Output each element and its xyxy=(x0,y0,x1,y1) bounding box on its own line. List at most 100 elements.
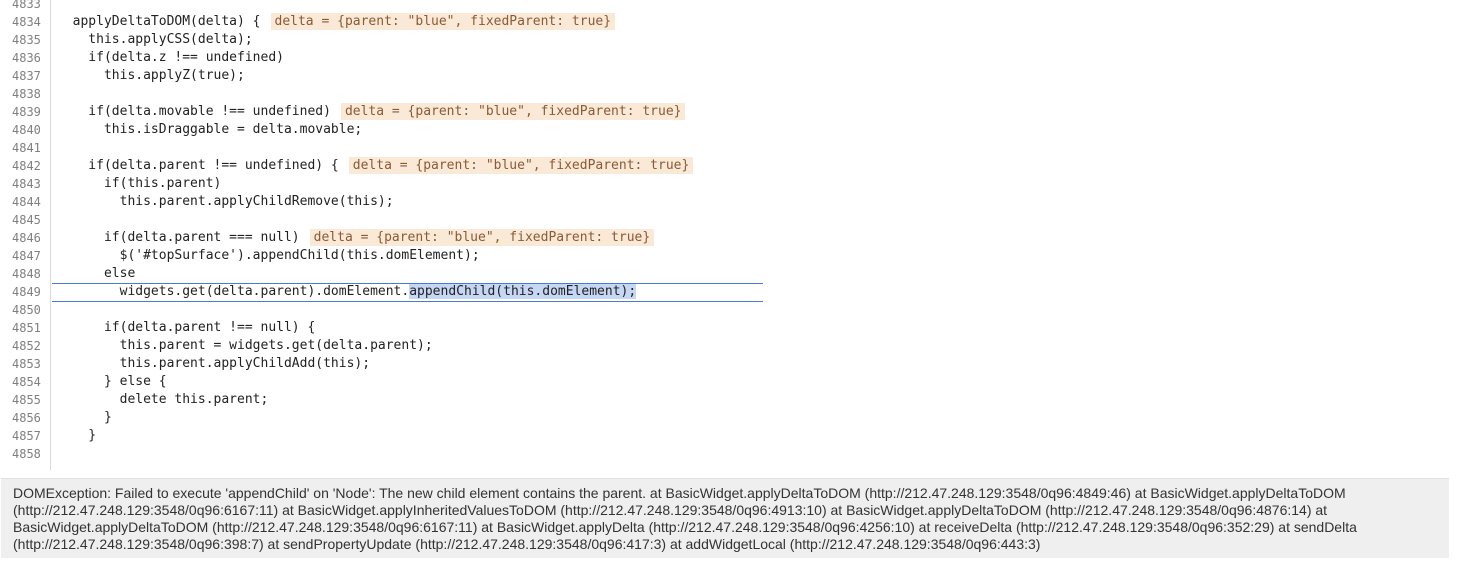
code-segment: this.parent = widgets.get(delta.parent); xyxy=(57,338,433,353)
code-segment: if(delta.movable !== undefined) xyxy=(57,104,331,119)
code-text: this.parent.applyChildRemove(this); xyxy=(57,193,394,211)
line-number[interactable]: 4854 xyxy=(12,373,48,391)
code-segment: this.applyZ(true); xyxy=(57,68,245,83)
line-number[interactable]: 4834 xyxy=(12,13,48,31)
line-number[interactable]: 4849 xyxy=(12,283,48,301)
line-number[interactable]: 4842 xyxy=(12,157,48,175)
code-line[interactable]: 4858 xyxy=(0,445,1462,463)
line-number[interactable]: 4858 xyxy=(12,445,48,463)
code-segment: this.applyCSS(delta); xyxy=(57,32,253,47)
code-editor[interactable]: 4833 4834 applyDeltaToDOM(delta) { delta =… xyxy=(0,0,1462,470)
line-number[interactable]: 4833 xyxy=(12,0,48,13)
code-text: widgets.get(delta.parent).domElement.app… xyxy=(57,283,637,301)
error-message: DOMException: Failed to execute 'appendC… xyxy=(13,485,1357,552)
code-line[interactable]: 4853 this.parent.applyChildAdd(this); xyxy=(0,355,1462,373)
line-number[interactable]: 4851 xyxy=(12,319,48,337)
code-text: if(delta.parent === null) delta = {parent… xyxy=(57,229,655,247)
line-number[interactable]: 4838 xyxy=(12,85,48,103)
code-line[interactable]: 4841 xyxy=(0,139,1462,157)
code-text: this.parent.applyChildAdd(this); xyxy=(57,355,370,373)
code-segment: else xyxy=(57,266,136,281)
code-segment: } xyxy=(57,410,112,425)
code-segment: applyDeltaToDOM(delta) { xyxy=(57,14,261,29)
code-line[interactable]: 4839 if(delta.movable !== undefined) delt… xyxy=(0,103,1462,121)
line-number[interactable]: 4852 xyxy=(12,337,48,355)
code-text: if(delta.parent !== null) { xyxy=(57,319,315,337)
code-segment: this.parent.applyChildRemove(this); xyxy=(57,194,394,209)
inline-variable-value: delta = {parent: "blue", fixedParent: tr… xyxy=(270,13,616,30)
line-number[interactable]: 4841 xyxy=(12,139,48,157)
inline-variable-value: delta = {parent: "blue", fixedParent: tr… xyxy=(340,103,686,120)
code-segment: delete this.parent; xyxy=(57,392,269,407)
line-number[interactable]: 4845 xyxy=(12,211,48,229)
line-number[interactable]: 4839 xyxy=(12,103,48,121)
code-line[interactable]: 4854 } else { xyxy=(0,373,1462,391)
line-number[interactable]: 4843 xyxy=(12,175,48,193)
line-number[interactable]: 4836 xyxy=(12,49,48,67)
line-number[interactable]: 4857 xyxy=(12,427,48,445)
code-text: delete this.parent; xyxy=(57,391,269,409)
line-number[interactable]: 4840 xyxy=(12,121,48,139)
code-line[interactable]: 4840 this.isDraggable = delta.movable; xyxy=(0,121,1462,139)
code-text: if(delta.z !== undefined) xyxy=(57,49,284,67)
line-number[interactable]: 4835 xyxy=(12,31,48,49)
code-line[interactable]: 4833 xyxy=(0,0,1462,13)
code-text: if(delta.parent !== undefined) { delta = … xyxy=(57,157,694,175)
code-text: else xyxy=(57,265,135,283)
code-line[interactable]: 4855 delete this.parent; xyxy=(0,391,1462,409)
code-line[interactable]: 4845 xyxy=(0,211,1462,229)
code-line[interactable]: 4850 xyxy=(0,301,1462,319)
code-line[interactable]: 4851 if(delta.parent !== null) { xyxy=(0,319,1462,337)
line-number[interactable]: 4844 xyxy=(12,193,48,211)
code-text: } xyxy=(57,427,96,445)
code-text: if(delta.movable !== undefined) delta = {… xyxy=(57,103,686,121)
line-number[interactable]: 4837 xyxy=(12,67,48,85)
code-line[interactable]: 4842 if(delta.parent !== undefined) { del… xyxy=(0,157,1462,175)
line-number[interactable]: 4848 xyxy=(12,265,48,283)
code-line[interactable]: 4848 else xyxy=(0,265,1462,283)
code-line[interactable]: 4847 $('#topSurface').appendChild(this.d… xyxy=(0,247,1462,265)
code-segment: if(delta.z !== undefined) xyxy=(57,50,284,65)
code-segment: if(delta.parent === null) xyxy=(57,230,300,245)
inline-variable-value: delta = {parent: "blue", fixedParent: tr… xyxy=(348,157,694,174)
code-line[interactable]: 4844 this.parent.applyChildRemove(this); xyxy=(0,193,1462,211)
code-text: } else { xyxy=(57,373,167,391)
code-line[interactable]: 4836 if(delta.z !== undefined) xyxy=(0,49,1462,67)
code-text: } xyxy=(57,409,112,427)
code-line[interactable]: 4857 } xyxy=(0,427,1462,445)
code-segment: } else { xyxy=(57,374,167,389)
code-line[interactable]: 4837 this.applyZ(true); xyxy=(0,67,1462,85)
error-stack-trace: DOMException: Failed to execute 'appendC… xyxy=(1,478,1449,558)
code-line[interactable]: 4846 if(delta.parent === null) delta = {p… xyxy=(0,229,1462,247)
current-line[interactable]: 4849 widgets.get(delta.parent).domElemen… xyxy=(0,283,1462,302)
code-line[interactable]: 4835 this.applyCSS(delta); xyxy=(0,31,1462,49)
code-segment: $('#topSurface').appendChild(this.domEle… xyxy=(57,248,480,263)
line-number[interactable]: 4853 xyxy=(12,355,48,373)
code-segment: if(this.parent) xyxy=(57,176,222,191)
selected-code: appendChild(this.domElement); xyxy=(409,284,637,299)
line-number[interactable]: 4850 xyxy=(12,301,48,319)
code-segment: widgets.get(delta.parent).domElement. xyxy=(57,284,410,299)
code-line[interactable]: 4838 xyxy=(0,85,1462,103)
line-number[interactable]: 4847 xyxy=(12,247,48,265)
code-text: if(this.parent) xyxy=(57,175,221,193)
code-line[interactable]: 4852 this.parent = widgets.get(delta.par… xyxy=(0,337,1462,355)
code-text: this.applyCSS(delta); xyxy=(57,31,253,49)
code-line[interactable]: 4834 applyDeltaToDOM(delta) { delta = {pa… xyxy=(0,13,1462,31)
code-text: this.applyZ(true); xyxy=(57,67,245,85)
code-line[interactable]: 4843 if(this.parent) xyxy=(0,175,1462,193)
code-segment: } xyxy=(57,428,97,443)
code-segment: this.isDraggable = delta.movable; xyxy=(57,122,363,137)
code-line[interactable]: 4856 } xyxy=(0,409,1462,427)
code-segment: if(delta.parent !== undefined) { xyxy=(57,158,339,173)
line-number[interactable]: 4856 xyxy=(12,409,48,427)
code-text: $('#topSurface').appendChild(this.domEle… xyxy=(57,247,480,265)
code-text: this.isDraggable = delta.movable; xyxy=(57,121,362,139)
line-number[interactable]: 4846 xyxy=(12,229,48,247)
code-segment: if(delta.parent !== null) { xyxy=(57,320,316,335)
line-number[interactable]: 4855 xyxy=(12,391,48,409)
code-text: applyDeltaToDOM(delta) { delta = {parent:… xyxy=(57,13,616,31)
code-segment: this.parent.applyChildAdd(this); xyxy=(57,356,371,371)
inline-variable-value: delta = {parent: "blue", fixedParent: tr… xyxy=(309,229,655,246)
code-text: this.parent = widgets.get(delta.parent); xyxy=(57,337,433,355)
